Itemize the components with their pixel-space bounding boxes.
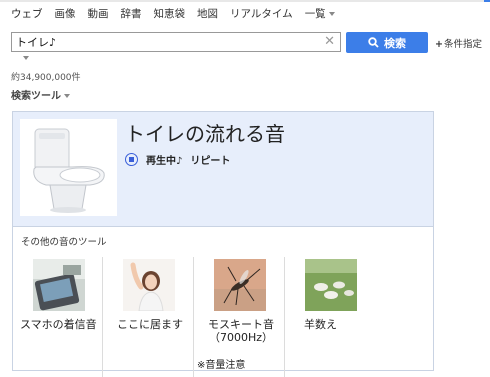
tab-web[interactable]: ウェブ bbox=[11, 6, 43, 24]
player-panel: トイレの流れる音 再生中♪ リピート bbox=[13, 112, 433, 227]
search-tools-label: 検索ツール bbox=[11, 91, 61, 102]
repeat-link[interactable]: リピート bbox=[190, 152, 230, 167]
tab-list-label: 一覧 bbox=[304, 8, 326, 20]
tool-label: ここに居ます bbox=[117, 318, 183, 331]
search-icon bbox=[368, 37, 379, 48]
divider bbox=[102, 257, 103, 377]
top-border bbox=[0, 0, 490, 2]
toilet-image[interactable] bbox=[20, 119, 117, 216]
tab-dictionary[interactable]: 辞書 bbox=[121, 6, 142, 24]
search-input[interactable] bbox=[16, 34, 316, 50]
stop-square bbox=[129, 157, 134, 162]
search-button-label: 検索 bbox=[384, 36, 406, 50]
sheep-image bbox=[305, 259, 357, 311]
chevron-down-icon bbox=[64, 94, 70, 98]
tool-counting-sheep[interactable]: 羊数え bbox=[288, 255, 370, 375]
tool-here-i-am[interactable]: ここに居ます bbox=[106, 255, 188, 375]
search-tools-toggle[interactable]: 検索ツール bbox=[11, 87, 70, 102]
top-accent bbox=[484, 0, 490, 2]
tab-video[interactable]: 動画 bbox=[88, 6, 109, 24]
woman-waving-image bbox=[123, 259, 175, 311]
playing-label: 再生中♪ bbox=[146, 156, 183, 167]
chevron-down-icon bbox=[328, 12, 335, 16]
tab-list[interactable]: 一覧 bbox=[305, 6, 335, 24]
conditions-link[interactable]: +条件指定 bbox=[435, 36, 482, 50]
tab-realtime[interactable]: リアルタイム bbox=[230, 6, 293, 24]
play-status[interactable]: 再生中♪ リピート bbox=[125, 152, 230, 167]
divider bbox=[284, 257, 285, 377]
other-tools-heading: その他の音のツール bbox=[21, 237, 107, 248]
tool-label: 羊数え bbox=[304, 318, 337, 331]
nav-tabs: ウェブ 画像 動画 辞書 知恵袋 地図 リアルタイム 一覧 bbox=[11, 6, 347, 24]
tab-images[interactable]: 画像 bbox=[55, 6, 76, 24]
sound-title[interactable]: トイレの流れる音 bbox=[125, 118, 285, 147]
tool-smartphone-ringtone[interactable]: スマホの着信音 bbox=[16, 255, 98, 375]
suggest-arrow-icon[interactable] bbox=[23, 56, 29, 60]
mosquito-image bbox=[214, 259, 266, 311]
tool-label: モスキート音（7000Hz） bbox=[208, 318, 274, 344]
smartphone-image bbox=[33, 259, 85, 311]
tab-chiebukuro[interactable]: 知恵袋 bbox=[154, 6, 186, 24]
conditions-label: 条件指定 bbox=[443, 39, 482, 50]
clear-icon[interactable]: ✕ bbox=[324, 34, 335, 50]
divider bbox=[193, 257, 194, 377]
search-button[interactable]: 検索 bbox=[346, 32, 428, 53]
plus-icon: + bbox=[435, 39, 443, 50]
stop-icon[interactable] bbox=[125, 153, 138, 166]
search-box: ✕ bbox=[11, 32, 341, 52]
result-count: 約34,900,000件 bbox=[11, 73, 81, 83]
tool-label: スマホの着信音 bbox=[20, 318, 97, 331]
sound-tool-card: トイレの流れる音 再生中♪ リピート その他の音のツール スマホの着信音 ここに… bbox=[12, 111, 434, 377]
tab-map[interactable]: 地図 bbox=[197, 6, 218, 24]
